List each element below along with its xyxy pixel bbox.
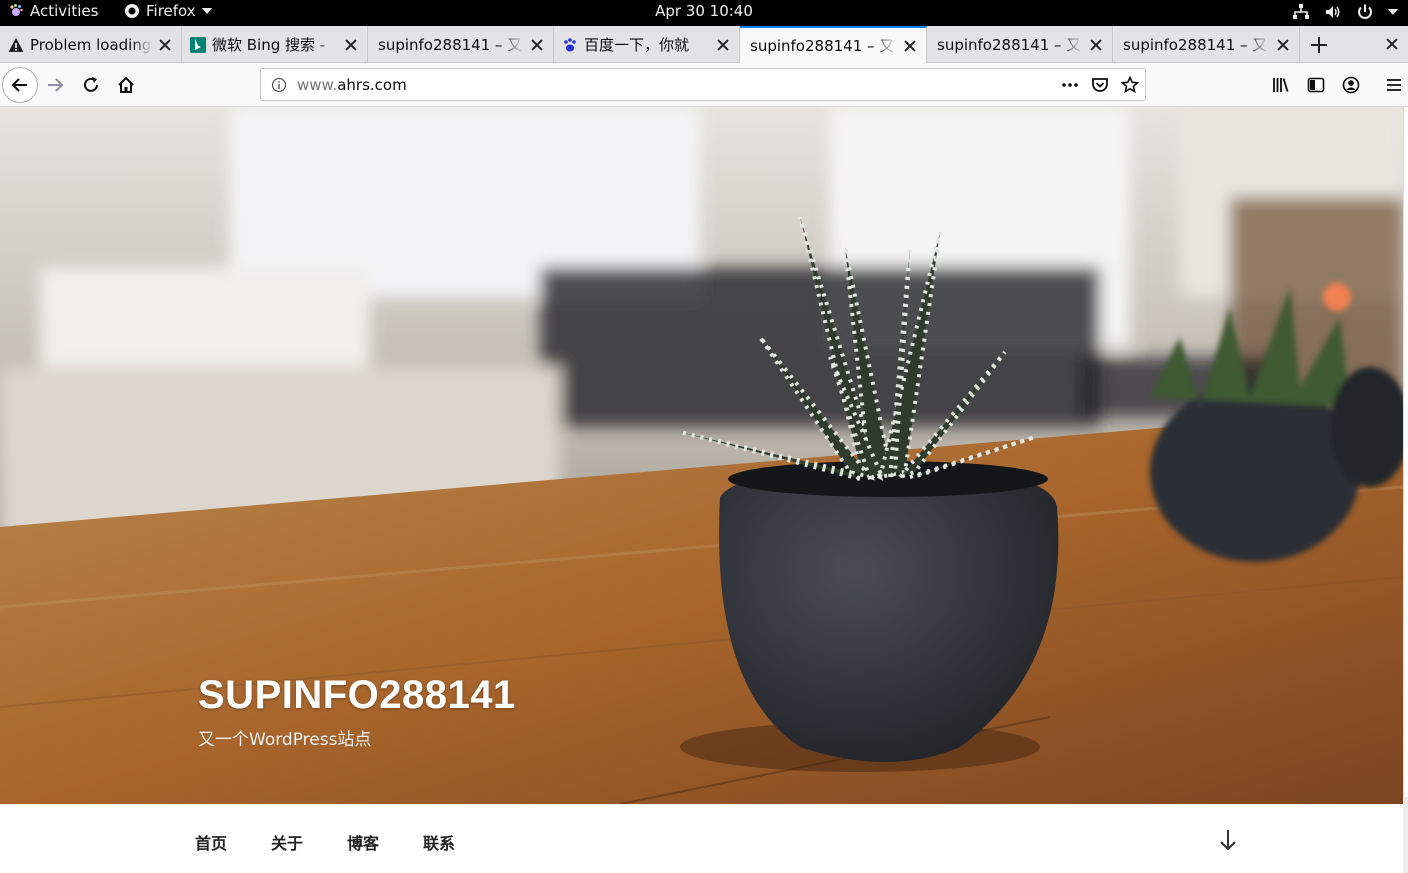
new-tab-button[interactable] — [1304, 26, 1334, 63]
back-button[interactable] — [2, 67, 38, 103]
app-name: Firefox — [146, 2, 196, 20]
account-icon — [1342, 76, 1360, 94]
network-icon[interactable] — [1292, 3, 1310, 21]
menu-item-about[interactable]: 关于 — [271, 830, 303, 854]
arrow-down-icon[interactable] — [1216, 828, 1240, 852]
library-button[interactable] — [1265, 69, 1297, 101]
close-icon[interactable] — [529, 37, 545, 53]
close-icon[interactable] — [902, 38, 918, 54]
gnome-foot-icon — [10, 4, 23, 16]
bookmark-star-icon[interactable] — [1121, 75, 1139, 94]
sidebar-icon — [1307, 77, 1325, 93]
close-icon[interactable] — [343, 37, 359, 53]
chevron-down-icon — [201, 8, 212, 14]
warning-icon — [8, 37, 24, 53]
tab-label: supinfo288141 – 又 — [378, 36, 523, 54]
site-description: 又一个WordPress站点 — [198, 730, 372, 750]
account-button[interactable] — [1335, 69, 1367, 101]
tab[interactable]: supinfo288141 – 又 — [1113, 26, 1300, 63]
tab[interactable]: 百度一下，你就 — [554, 26, 740, 63]
home-button[interactable] — [110, 69, 142, 101]
web-page: SUPINFO288141 又一个WordPress站点 首页 关于 博客 联系 — [0, 107, 1403, 873]
app-menu[interactable]: Firefox — [124, 2, 212, 20]
tab[interactable]: supinfo288141 – 又 — [368, 26, 554, 63]
home-icon — [118, 76, 134, 93]
page-scrollbar[interactable] — [1403, 107, 1408, 873]
close-icon[interactable] — [157, 37, 173, 53]
tab-label: supinfo288141 – 又 — [1123, 36, 1268, 54]
close-icon[interactable] — [715, 37, 731, 53]
info-icon[interactable] — [271, 77, 287, 93]
tab-strip: Problem loading 微软 Bing 搜索 - supinfo2881… — [0, 26, 1408, 63]
power-icon[interactable] — [1356, 3, 1374, 21]
tab-label: 百度一下，你就 — [584, 36, 690, 54]
arrow-right-icon — [48, 78, 64, 92]
close-window-button[interactable] — [1382, 26, 1402, 63]
plus-icon — [1311, 36, 1327, 53]
firefox-icon — [125, 4, 139, 18]
library-icon — [1273, 78, 1289, 92]
activities-button[interactable]: Activities — [8, 2, 98, 20]
system-tray[interactable] — [1292, 3, 1398, 21]
volume-icon[interactable] — [1324, 3, 1342, 21]
tab[interactable]: Problem loading — [0, 26, 182, 63]
arrow-left-icon — [11, 78, 27, 92]
pocket-icon[interactable] — [1091, 76, 1109, 94]
page-actions-icon[interactable] — [1061, 76, 1079, 94]
menu-item-contact[interactable]: 联系 — [423, 830, 455, 854]
url-prefix: www. — [297, 75, 338, 94]
close-icon[interactable] — [1088, 37, 1104, 53]
tab[interactable]: supinfo288141 – 又 — [927, 26, 1113, 63]
forward-button[interactable] — [39, 69, 71, 101]
sidebar-button[interactable] — [1300, 69, 1332, 101]
menu-item-blog[interactable]: 博客 — [347, 830, 379, 854]
url-text[interactable]: www.ahrs.com — [297, 76, 407, 94]
baidu-paw-icon — [562, 37, 578, 53]
chevron-down-icon[interactable] — [1388, 9, 1398, 15]
primary-menu: 首页 关于 博客 联系 — [0, 804, 1403, 873]
tab-label: 微软 Bing 搜索 - — [212, 36, 326, 54]
hamburger-icon — [1387, 79, 1401, 91]
hero-header-image: SUPINFO288141 又一个WordPress站点 — [0, 107, 1403, 804]
menu-button[interactable] — [1378, 69, 1408, 101]
clock[interactable]: Apr 30 10:40 — [655, 2, 753, 20]
system-top-bar: Activities Firefox Apr 30 10:40 — [0, 0, 1408, 26]
menu-item-home[interactable]: 首页 — [195, 830, 227, 854]
activities-label: Activities — [30, 2, 99, 20]
url-bar[interactable]: www.ahrs.com — [260, 68, 1146, 101]
bing-icon — [190, 36, 206, 53]
scrollbar-thumb[interactable] — [1403, 107, 1408, 797]
tab-label: supinfo288141 – 又 — [937, 36, 1082, 54]
site-title[interactable]: SUPINFO288141 — [198, 673, 516, 718]
tab-active[interactable]: supinfo288141 – 又 — [740, 26, 927, 63]
url-domain: ahrs.com — [337, 75, 407, 94]
close-icon[interactable] — [1275, 37, 1291, 53]
reload-icon — [84, 77, 98, 92]
reload-button[interactable] — [75, 69, 107, 101]
tab[interactable]: 微软 Bing 搜索 - — [182, 26, 368, 63]
navigation-toolbar: www.ahrs.com — [0, 63, 1408, 107]
tab-label: supinfo288141 – 又 — [750, 37, 895, 55]
tab-label: Problem loading — [30, 35, 152, 54]
